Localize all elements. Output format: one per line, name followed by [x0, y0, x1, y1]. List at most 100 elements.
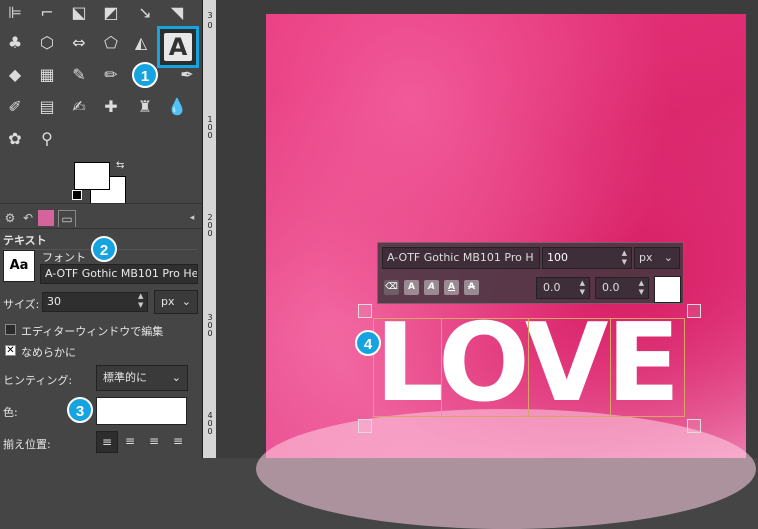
color-picker-icon[interactable]: ⚲	[36, 128, 58, 150]
ruler-mark: 0	[207, 329, 213, 338]
ruler-mark: 0	[207, 131, 213, 140]
chevron-down-icon: ⌄	[171, 371, 181, 384]
justify-left-icon[interactable]: ≡	[96, 431, 118, 453]
pencil-icon[interactable]: ✏	[100, 64, 122, 86]
bold-icon[interactable]: A	[404, 280, 419, 295]
vertical-ruler[interactable]: 3 0 1 0 0 2 0 0 3 0 0 4 0 0	[202, 0, 217, 458]
resize-handle-top-right[interactable]	[687, 304, 701, 318]
airbrush-icon[interactable]: ✒	[176, 64, 198, 86]
toolbox: ⊫ ⌐ ⬕ ◩ ↘ ◥ ♣ ⬡ ⇔ ⬠ ◭ A ◆ ▦ ✎ ✏ ✒ ✐ ▤ ✍ …	[0, 0, 202, 458]
toolbar-font-input[interactable]: A-OTF Gothic MB101 Pro H	[382, 247, 540, 269]
hinting-select[interactable]: 標準的に ⌄	[96, 365, 188, 391]
baseline-input[interactable]: 0.0 ▲ ▼	[536, 277, 590, 299]
perspective-icon[interactable]: ⬠	[100, 32, 122, 54]
heal-icon[interactable]: ✚	[100, 96, 122, 118]
font-preview-button[interactable]: Aa	[3, 250, 35, 282]
foreground-color-swatch[interactable]	[74, 162, 110, 190]
toolbar-unit-select[interactable]: px ⌄	[634, 247, 680, 269]
clear-style-icon[interactable]: ⌫	[384, 280, 399, 295]
kerning-stepper-icon[interactable]: ▲ ▼	[639, 279, 644, 297]
baseline-value: 0.0	[543, 281, 561, 294]
clone-icon[interactable]: ♜	[134, 96, 156, 118]
image-highlight	[256, 409, 756, 529]
badge-4: 4	[355, 330, 381, 356]
mypaint-brush-icon[interactable]: ✿	[4, 128, 26, 150]
move-icon[interactable]: ◭	[130, 32, 152, 54]
devices-tab-icon[interactable]: ▭	[58, 210, 76, 227]
badge-2: 2	[91, 236, 117, 262]
size-input[interactable]: 30	[42, 292, 148, 312]
paintbrush-icon[interactable]: ✎	[68, 64, 90, 86]
glyph-divider	[610, 318, 611, 417]
default-colors-icon[interactable]	[72, 190, 82, 200]
hinting-value: 標準的に	[103, 371, 147, 384]
rotate-icon[interactable]: ↘	[134, 2, 156, 24]
text-box-frame[interactable]	[373, 318, 685, 417]
editor-label: エディターウィンドウで編集	[21, 325, 164, 338]
size-unit-value: px	[161, 295, 175, 308]
kerning-input[interactable]: 0.0 ▲ ▼	[595, 277, 649, 299]
chevron-down-icon: ⌄	[181, 295, 191, 308]
italic-icon[interactable]: A	[424, 280, 439, 295]
tool-options-title: テキスト	[3, 234, 47, 247]
smudge-icon[interactable]: ▤	[36, 96, 58, 118]
flip-icon[interactable]: ◩	[100, 2, 122, 24]
text-tool-button[interactable]: A	[157, 26, 199, 68]
badge-1: 1	[132, 62, 158, 88]
toolbar-size-value: 100	[547, 251, 568, 264]
separator	[0, 203, 202, 204]
justify-fill-icon[interactable]: ≡	[168, 431, 188, 451]
resize-handle-bottom-left[interactable]	[358, 419, 372, 433]
on-canvas-text-toolbar: A-OTF Gothic MB101 Pro H 100 ▲ ▼ px ⌄ ⌫ A…	[377, 242, 684, 304]
antialias-label: なめらかに	[21, 346, 76, 359]
fg-bg-colors[interactable]: ⇆	[72, 160, 132, 208]
hinting-label: ヒンティング:	[3, 374, 73, 387]
underline-icon[interactable]: A	[444, 280, 459, 295]
font-label: フォント	[42, 251, 86, 264]
color-label: 色:	[3, 406, 18, 419]
eraser-icon[interactable]: ✍	[68, 96, 90, 118]
size-unit-select[interactable]: px ⌄	[154, 290, 198, 314]
unified-transform-icon[interactable]: ⬡	[36, 32, 58, 54]
cage-icon[interactable]: ♣	[4, 32, 26, 54]
ruler-mark: 0	[207, 229, 213, 238]
toolbar-color-button[interactable]	[654, 276, 681, 303]
ruler-mark: 0	[207, 427, 213, 436]
undo-tab-icon[interactable]: ↶	[20, 210, 36, 226]
toolbar-size-input[interactable]: 100 ▲ ▼	[542, 247, 632, 269]
ruler-mark: 3	[207, 11, 213, 20]
strikethrough-icon[interactable]: A	[464, 280, 479, 295]
text-color-button[interactable]	[96, 397, 187, 425]
size-stepper-icon[interactable]: ▲ ▼	[138, 292, 143, 310]
text-tool-icon: A	[164, 33, 192, 61]
dock-menu-icon[interactable]: ◂	[184, 210, 200, 226]
resize-handle-top-left[interactable]	[358, 304, 372, 318]
size-stepper-icon[interactable]: ▲ ▼	[622, 249, 627, 267]
glyph-divider	[528, 318, 529, 417]
resize-handle-bottom-right[interactable]	[687, 419, 701, 433]
ruler-mark: 0	[207, 21, 213, 30]
bucket-fill-icon[interactable]: ◆	[4, 64, 26, 86]
blur-icon[interactable]: 💧	[166, 96, 188, 118]
crop-icon[interactable]: ⌐	[36, 2, 58, 24]
size-label: サイズ:	[3, 298, 40, 311]
warp-icon[interactable]: ⇔	[68, 32, 90, 54]
dock-tabs: ⚙ ↶ ▭ ◂	[0, 208, 202, 229]
badge-3: 3	[67, 397, 93, 423]
align-icon[interactable]: ⊫	[4, 2, 26, 24]
justify-label: 揃え位置:	[3, 438, 51, 451]
ink-icon[interactable]: ✐	[4, 96, 26, 118]
kerning-value: 0.0	[602, 281, 620, 294]
images-tab-icon[interactable]	[38, 210, 54, 226]
antialias-checkbox[interactable]: ✕	[5, 345, 16, 356]
shear-icon[interactable]: ◥	[166, 2, 188, 24]
baseline-stepper-icon[interactable]: ▲ ▼	[580, 279, 585, 297]
justify-right-icon[interactable]: ≡	[120, 431, 140, 451]
gradient-icon[interactable]: ▦	[36, 64, 58, 86]
justify-center-icon[interactable]: ≡	[144, 431, 164, 451]
swap-colors-icon[interactable]: ⇆	[116, 160, 124, 171]
font-input[interactable]: A-OTF Gothic MB101 Pro Heavy	[40, 264, 198, 284]
tool-options-tab-icon[interactable]: ⚙	[2, 210, 18, 226]
transform-icon[interactable]: ⬕	[68, 2, 90, 24]
editor-checkbox[interactable]	[5, 324, 16, 335]
